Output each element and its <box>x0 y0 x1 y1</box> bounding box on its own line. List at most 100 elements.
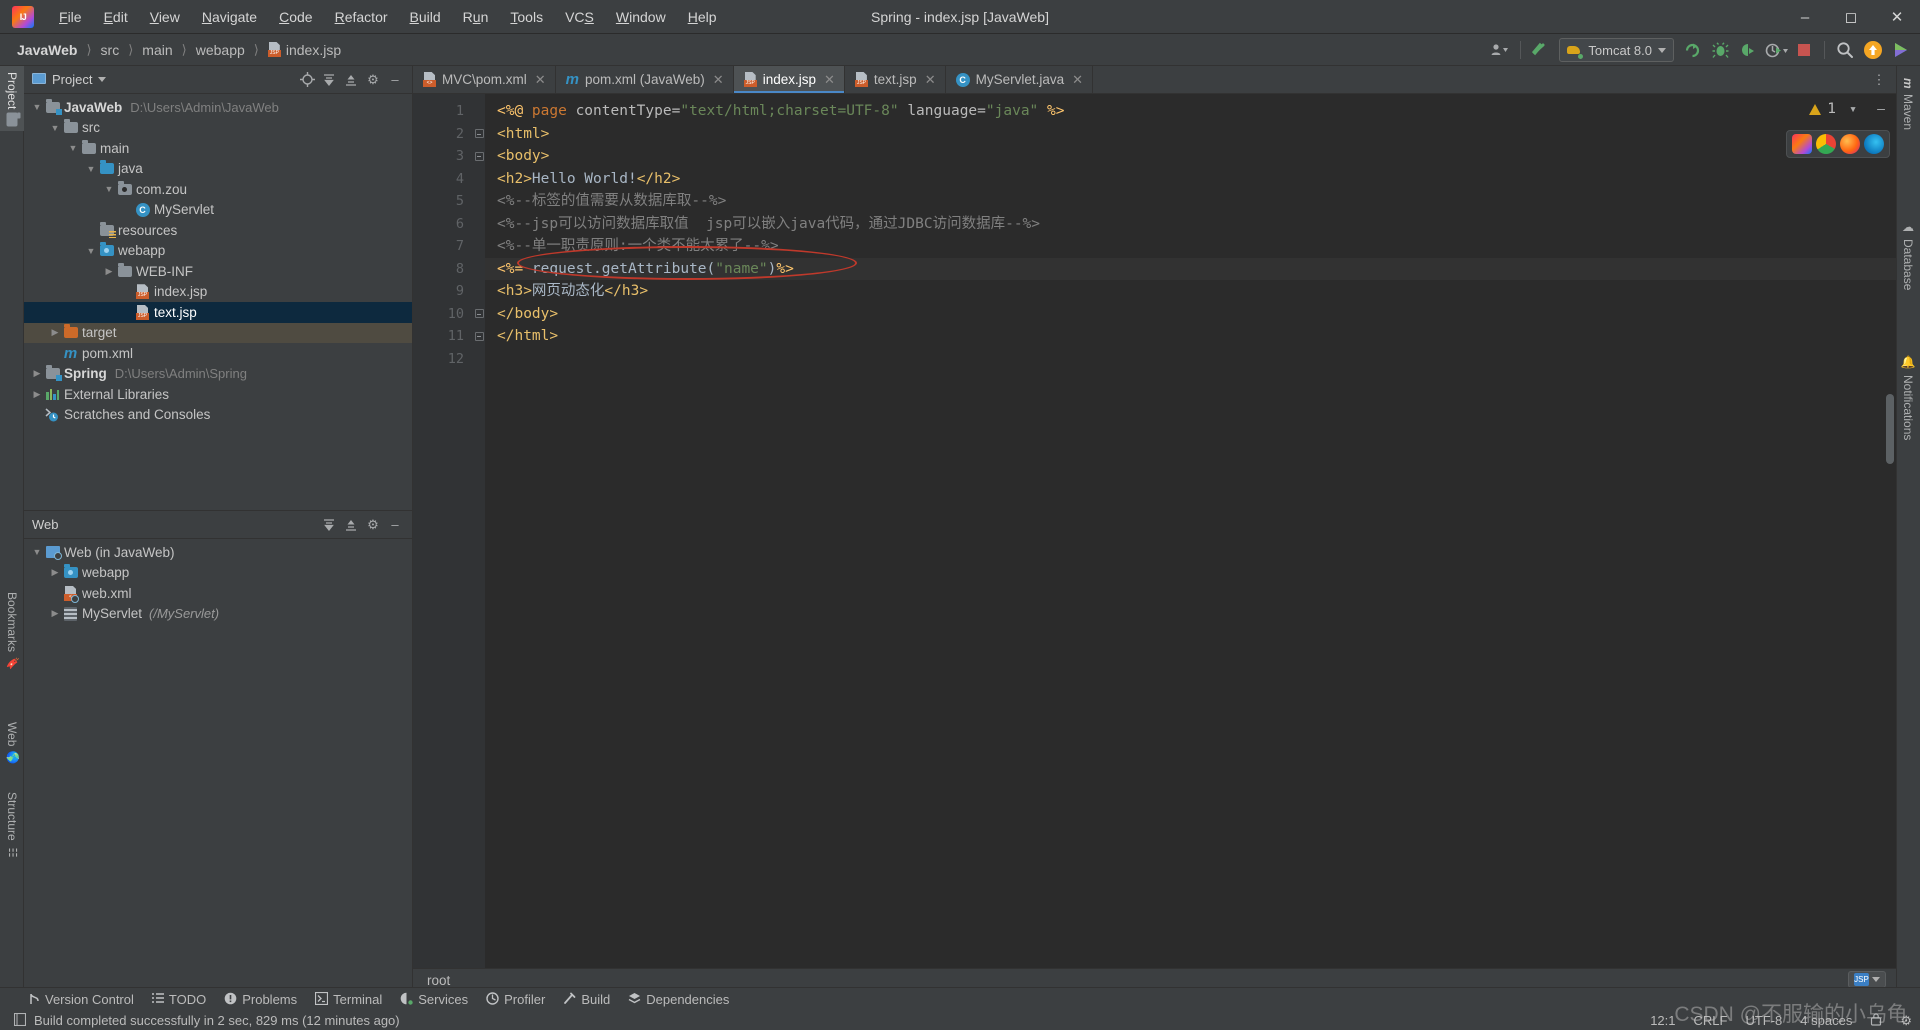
jsp-language-level-icon[interactable]: JSP <box>1848 971 1886 988</box>
tree-row-text-jsp[interactable]: JSP text.jsp <box>24 302 412 323</box>
code-line-10[interactable]: </body> <box>485 303 1896 326</box>
ij-browser-icon[interactable] <box>1792 134 1812 154</box>
project-panel-title-group[interactable]: Project <box>32 72 107 87</box>
tool-window-version-control[interactable]: Version Control <box>22 990 141 1010</box>
editor-tab-myservlet-java[interactable]: C MyServlet.java ✕ <box>946 66 1094 93</box>
debug-icon[interactable] <box>1707 38 1733 62</box>
code-line-1[interactable]: <%@ page contentType="text/html;charset=… <box>485 100 1896 123</box>
tool-window-profiler[interactable]: Profiler <box>479 990 552 1010</box>
chevron-down-icon[interactable]: ▼ <box>66 143 80 153</box>
breadcrumb-item-2[interactable]: main <box>137 40 177 60</box>
code-line-6[interactable]: <%--jsp可以访问数据库取值 jsp可以嵌入java代码，通过JDBC访问数… <box>485 213 1896 236</box>
tool-window-todo[interactable]: TODO <box>145 990 213 1009</box>
menu-item-file[interactable]: File <box>48 6 93 28</box>
line-separator[interactable]: CRLF <box>1694 1013 1728 1028</box>
tool-window-services[interactable]: Services <box>393 990 475 1010</box>
ide-assistant-icon[interactable] <box>1888 38 1914 62</box>
code-line-4[interactable]: <h2>Hello World!</h2> <box>485 168 1896 191</box>
expand-all-icon[interactable] <box>318 69 340 91</box>
run-icon[interactable] <box>1679 38 1705 62</box>
menu-item-code[interactable]: Code <box>268 6 323 28</box>
fold-toggle-body-end[interactable] <box>473 303 485 326</box>
chevron-right-icon[interactable]: ▶ <box>30 389 44 400</box>
tree-row-webapp[interactable]: ▼ webapp <box>24 241 412 262</box>
code-line-11[interactable]: </html> <box>485 325 1896 348</box>
code-line-2[interactable]: <html> <box>485 123 1896 146</box>
sidebar-item-bookmarks[interactable]: Bookmarks 🔖 <box>0 586 24 676</box>
tree-row-index-jsp[interactable]: JSP index.jsp <box>24 282 412 303</box>
breadcrumb-item-4[interactable]: JSP index.jsp <box>263 40 346 60</box>
collapse-all-icon[interactable] <box>340 69 362 91</box>
tree-row-java[interactable]: ▼ java <box>24 159 412 180</box>
code-line-3[interactable]: <body> <box>485 145 1896 168</box>
chevron-right-icon[interactable]: ▶ <box>48 567 62 578</box>
code-line-7[interactable]: <%--单一职责原则:一个类不能太累了--%> <box>485 235 1896 258</box>
hide-icon[interactable]: – <box>384 514 406 536</box>
close-icon[interactable]: ✕ <box>1072 72 1083 88</box>
tree-row-javaweb[interactable]: ▼ JavaWeb D:\Users\Admin\JavaWeb <box>24 97 412 118</box>
breadcrumb-item-3[interactable]: webapp <box>191 40 250 60</box>
chevron-right-icon[interactable]: ▶ <box>102 266 116 277</box>
maximize-icon[interactable]: ◻ <box>1828 0 1874 34</box>
tree-row-web-inf[interactable]: ▶ WEB-INF <box>24 261 412 282</box>
settings-gear-icon[interactable]: ⚙ <box>1900 1013 1912 1029</box>
fold-toggle-html[interactable] <box>473 123 485 146</box>
editor-tab-text-jsp[interactable]: JSP text.jsp ✕ <box>845 66 946 93</box>
sidebar-item-web[interactable]: Web 🌎 <box>0 716 24 771</box>
code-line-9[interactable]: <h3>网页动态化</h3> <box>485 280 1896 303</box>
project-tree[interactable]: ▼ JavaWeb D:\Users\Admin\JavaWeb ▼ src ▼… <box>24 94 412 510</box>
tree-row-myservlet[interactable]: C MyServlet <box>24 200 412 221</box>
sidebar-item-structure[interactable]: Structure ☷ <box>0 786 24 865</box>
firefox-icon[interactable] <box>1840 134 1860 154</box>
tool-window-dependencies[interactable]: Dependencies <box>621 990 736 1010</box>
stop-icon[interactable] <box>1791 38 1817 62</box>
tree-row-target[interactable]: ▶ target <box>24 322 412 343</box>
close-icon[interactable]: ✕ <box>925 72 936 88</box>
hide-icon[interactable]: – <box>384 69 406 91</box>
chevron-down-icon[interactable]: ▾ <box>1842 98 1864 120</box>
menu-item-refactor[interactable]: Refactor <box>324 6 399 28</box>
settings-gear-icon[interactable]: ⚙ <box>362 514 384 536</box>
chevron-right-icon[interactable]: ▶ <box>30 368 44 379</box>
tree-row-web-myservlet[interactable]: ▶ MyServlet (/MyServlet) <box>24 604 412 625</box>
tree-row-main[interactable]: ▼ main <box>24 138 412 159</box>
tool-window-build[interactable]: Build <box>556 990 617 1010</box>
breadcrumb-item-1[interactable]: src <box>96 40 125 60</box>
minimize-icon[interactable]: – <box>1870 98 1892 120</box>
sidebar-item-database[interactable]: ☁ Database <box>1896 214 1920 296</box>
file-encoding[interactable]: UTF-8 <box>1745 1013 1782 1028</box>
editor-tab-mvc-pom-xml[interactable]: <> MVC\pom.xml ✕ <box>413 66 556 93</box>
chevron-down-icon[interactable]: ▼ <box>84 164 98 174</box>
tool-window-terminal[interactable]: Terminal <box>308 990 389 1010</box>
sidebar-item-notifications[interactable]: 🔔 Notifications <box>1896 349 1920 446</box>
minimize-icon[interactable]: – <box>1782 0 1828 34</box>
edge-icon[interactable] <box>1864 134 1884 154</box>
caret-position[interactable]: 12:1 <box>1650 1013 1675 1028</box>
tree-row-web-facet[interactable]: ▼ Web (in JavaWeb) <box>24 542 412 563</box>
tree-row-pom-xml[interactable]: m pom.xml <box>24 343 412 364</box>
code-line-5[interactable]: <%--标签的值需要从数据库取--%> <box>485 190 1896 213</box>
tree-row-web-webapp[interactable]: ▶ webapp <box>24 563 412 584</box>
chevron-down-icon[interactable]: ▼ <box>102 184 116 194</box>
tree-row-scratches[interactable]: Scratches and Consoles <box>24 405 412 426</box>
menu-item-build[interactable]: Build <box>399 6 452 28</box>
code-editor[interactable]: 1 2 3 4 5 6 7 8 9 10 11 12 <%@ page cont… <box>413 94 1896 968</box>
close-icon[interactable]: ✕ <box>713 72 724 88</box>
editor-tab-index-jsp[interactable]: JSP index.jsp ✕ <box>733 66 845 93</box>
chevron-down-icon[interactable]: ▼ <box>30 102 44 112</box>
read-only-lock-icon[interactable] <box>1870 1012 1882 1029</box>
menu-item-view[interactable]: View <box>139 6 191 28</box>
editor-tab-pom-xml-javaweb[interactable]: m pom.xml (JavaWeb) ✕ <box>556 66 734 93</box>
tree-row-web-xml[interactable]: < web.xml <box>24 583 412 604</box>
menu-item-vcs[interactable]: VCS <box>554 6 605 28</box>
profiler-icon[interactable] <box>1763 38 1789 62</box>
chevron-down-icon[interactable]: ▼ <box>84 246 98 256</box>
menu-item-help[interactable]: Help <box>677 6 728 28</box>
fold-toggle-body[interactable] <box>473 145 485 168</box>
web-tree[interactable]: ▼ Web (in JavaWeb) ▶ webapp web.xml ▶ My… <box>24 539 412 992</box>
check-updates-icon[interactable] <box>1528 38 1554 62</box>
search-everywhere-icon[interactable] <box>1832 38 1858 62</box>
tree-row-spring[interactable]: ▶ Spring D:\Users\Admin\Spring <box>24 364 412 385</box>
chevron-down-icon[interactable] <box>98 77 107 82</box>
tree-row-com-zou[interactable]: ▼ com.zou <box>24 179 412 200</box>
